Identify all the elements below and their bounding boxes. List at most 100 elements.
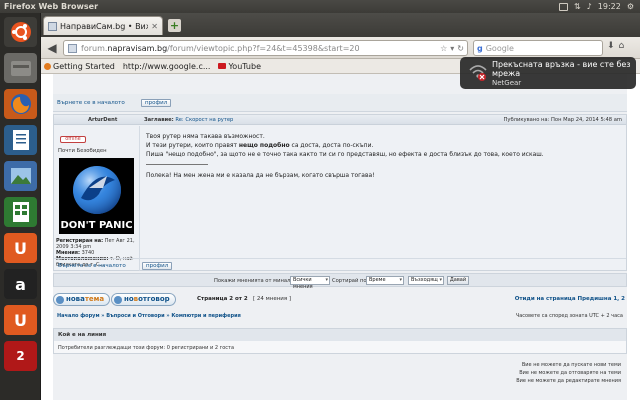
post-count: [ 24 мнения ] (252, 296, 292, 302)
back-to-top-link[interactable]: Върнете се в началото (57, 100, 125, 106)
breadcrumb: Начало форум » Въпроси и Отговори » Комп… (53, 311, 627, 321)
tab-bar: НаправиСам.bg • Виж темата ... ✕ + (41, 13, 640, 37)
reply-button[interactable]: новотговор (111, 293, 176, 306)
bookmark-label: Getting Started (53, 61, 115, 71)
url-bar[interactable]: forum.napravisam.bg/forum/viewtopic.php?… (63, 40, 468, 56)
avatar: DON'T PANIC (59, 158, 134, 234)
clock[interactable]: 19:22 (598, 2, 621, 11)
permission-line: Вие не можете да отговаряте на теми (519, 370, 621, 376)
new-tab-button[interactable]: + (168, 19, 181, 32)
show-posts-label: Покажи мненията от миналия: (214, 278, 299, 284)
volume-icon[interactable]: ♪ (587, 2, 592, 11)
download-icon[interactable]: ⬇ (607, 41, 615, 51)
btn-text: нова (66, 295, 85, 303)
subject-link[interactable]: Re: Скорост на рутер (175, 117, 233, 123)
bookmark-label: YouTube (228, 61, 261, 71)
gear-icon[interactable]: ⚙ (627, 2, 634, 11)
reload-icon[interactable]: ↻ (457, 44, 464, 53)
search-placeholder: Google (485, 43, 514, 53)
online-title: Кой е на линия (54, 329, 626, 341)
avatar-text: DON'T PANIC (60, 220, 132, 231)
post-text: И тези рутери, които правят (146, 142, 239, 149)
online-body: Потребители разглеждащи този форум: 0 ре… (58, 345, 235, 351)
period-select[interactable]: Всички мнения (290, 276, 330, 290)
profile-button[interactable]: профил (142, 262, 173, 270)
back-to-top-link[interactable]: Върнете се в началото (58, 263, 126, 269)
go-button[interactable]: Давай (447, 276, 469, 285)
site-favicon-icon (48, 21, 57, 31)
home-icon[interactable]: ⌂ (619, 41, 625, 51)
display-options: Покажи мненията от миналия: Всички мнени… (53, 273, 627, 290)
post-author[interactable]: ArturDent (88, 117, 117, 123)
image-viewer-icon[interactable] (4, 161, 37, 191)
search-engine-icon[interactable]: g (477, 44, 483, 53)
breadcrumb-links[interactable]: Начало форум » Въпроси и Отговори » Комп… (57, 313, 241, 319)
back-button[interactable]: ◀ (44, 40, 60, 56)
system-tray: ⇅ ♪ 19:22 ⚙ (558, 2, 640, 11)
post-header: ArturDent Заглавие: Re: Скорост на рутер… (54, 115, 626, 125)
pagination[interactable]: Отиди на страница Предишна 1, 2 (515, 296, 625, 302)
network-notification: Прекъсната връзка - вие сте без мрежа Ne… (460, 57, 636, 89)
post-footer-previous: Върнете се в началото профил (53, 94, 627, 112)
btn-text: но (124, 295, 134, 303)
reply-icon (114, 296, 122, 304)
page-content: Върнете се в началото профил ArturDent З… (41, 74, 640, 400)
timezone-info: Часовете са според зоната UTC + 2 часа (515, 313, 623, 319)
status-badge: offline (60, 136, 86, 143)
subject-label: Заглавие: (144, 117, 174, 123)
files-icon[interactable] (4, 53, 37, 83)
post-date: Публикувано на: Пон Мар 24, 2014 5:48 am (503, 117, 622, 123)
page-number: Страница 2 от 2 (197, 296, 248, 302)
dropdown-icon[interactable]: ▾ (450, 44, 454, 53)
top-panel: Firefox Web Browser ⇅ ♪ 19:22 ⚙ (0, 0, 640, 13)
btn-text: отговор (138, 295, 170, 303)
post-text: са доста, доста по-скъпи. (289, 142, 374, 149)
notification-subtitle: NetGear (492, 79, 522, 87)
post-body: Твоя рутер няма такава възможност. И тез… (146, 132, 616, 180)
bookmark-youtube[interactable]: YouTube (218, 62, 261, 71)
launcher: U a U 2 (0, 13, 41, 400)
new-topic-button[interactable]: новатема (53, 293, 111, 306)
new-topic-icon (56, 296, 64, 304)
ubuntu-music-icon[interactable]: U (4, 305, 37, 335)
notification-title: Прекъсната връзка - вие сте без мрежа (492, 60, 631, 78)
ubuntu-dash-icon[interactable] (4, 17, 37, 47)
firefox-small-icon (44, 62, 51, 70)
author-panel: offline Почти Безобиден DON'T PANIC Реги… (54, 126, 140, 271)
bookmark-label: http://www.google.c... (122, 61, 211, 71)
calc-icon[interactable] (4, 197, 37, 227)
bookmark-google[interactable]: http://www.google.c... (41, 61, 211, 127)
search-bar[interactable]: g Google (473, 40, 603, 56)
tab-title: НаправиСам.bg • Виж темата ... (60, 21, 148, 31)
active-app-title: Firefox Web Browser (4, 2, 99, 11)
permission-line: Вие не можете да пускате нови теми (521, 362, 621, 368)
site-identity-icon[interactable] (68, 43, 77, 53)
topic-actions: новатема новотговор Страница 2 от 2 [ 24… (53, 293, 627, 307)
ubuntu-one-icon[interactable]: U (4, 233, 37, 263)
2tube-icon[interactable]: 2 (4, 341, 37, 371)
permission-line: Вие не можете да редактирате мнения (516, 378, 621, 384)
btn-text-hl: тема (84, 295, 105, 303)
wifi-disconnected-icon (469, 65, 487, 81)
keyboard-icon[interactable] (558, 2, 568, 11)
signature: Полека! На мен жена ми е казала да не бъ… (146, 172, 375, 179)
order-select[interactable]: Възходящ (408, 276, 444, 285)
post-line-3: Пиша "нещо подобно", за щото не е точно … (146, 151, 544, 158)
amazon-icon[interactable]: a (4, 269, 37, 299)
bookmark-getting-started[interactable]: Getting Started (44, 62, 115, 71)
url-base: forum. (81, 43, 108, 53)
close-tab-icon[interactable]: ✕ (151, 22, 158, 31)
post-line-2: И тези рутери, които правят нещо подобно… (146, 141, 616, 150)
who-is-online: Кой е на линия Потребители разглеждащи т… (53, 328, 627, 354)
sort-label: Сортирай по (332, 278, 367, 284)
tab-active[interactable]: НаправиСам.bg • Виж темата ... ✕ (43, 16, 163, 35)
firefox-icon[interactable] (4, 89, 37, 119)
url-path: /forum/viewtopic.php?f=24&t=45398&start=… (167, 43, 360, 53)
writer-icon[interactable] (4, 125, 37, 155)
bookmark-star-icon[interactable]: ☆ (440, 44, 447, 53)
network-icon[interactable]: ⇅ (574, 2, 581, 11)
sort-by-select[interactable]: Време (366, 276, 404, 285)
profile-button[interactable]: профил (141, 99, 172, 107)
nav-bar: ◀ forum.napravisam.bg/forum/viewtopic.ph… (41, 37, 640, 59)
forum-post: ArturDent Заглавие: Re: Скорост на рутер… (53, 114, 627, 271)
